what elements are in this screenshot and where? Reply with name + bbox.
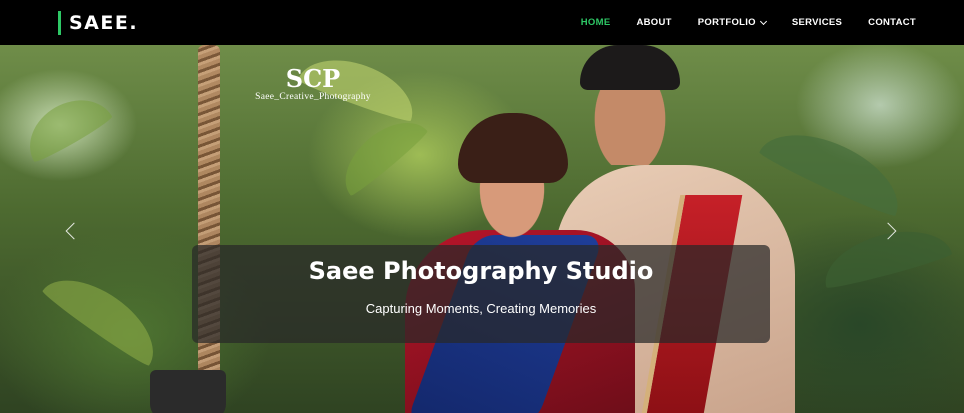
chevron-down-icon	[759, 17, 767, 25]
main-nav: HOME ABOUT PORTFOLIO SERVICES CONTACT	[581, 17, 916, 28]
nav-item-home[interactable]: HOME	[581, 17, 611, 28]
chevron-left-icon[interactable]	[65, 222, 83, 240]
hero-subtitle: Capturing Moments, Creating Memories	[365, 301, 597, 316]
nav-item-portfolio[interactable]: PORTFOLIO	[697, 17, 767, 28]
watermark-logo: SCP Saee_Creative_Photography	[248, 64, 378, 103]
brand-accent-bar	[58, 10, 61, 35]
brand-name: SAEE.	[69, 11, 139, 34]
nav-item-about[interactable]: ABOUT	[636, 17, 671, 28]
brand-logo[interactable]: SAEE.	[58, 10, 139, 35]
nav-item-contact[interactable]: CONTACT	[868, 17, 916, 28]
hero-caption: Saee Photography Studio Capturing Moment…	[192, 245, 770, 343]
hero-title: Saee Photography Studio	[308, 257, 654, 285]
hero-slider: SCP Saee_Creative_Photography Saee Photo…	[0, 45, 964, 413]
watermark-letters: SCP	[285, 64, 341, 93]
nav-item-services[interactable]: SERVICES	[792, 17, 842, 28]
navbar: SAEE. HOME ABOUT PORTFOLIO SERVICES CONT…	[0, 0, 964, 45]
nav-item-portfolio-label: PORTFOLIO	[697, 17, 756, 28]
watermark-subtitle: Saee_Creative_Photography	[255, 92, 371, 102]
